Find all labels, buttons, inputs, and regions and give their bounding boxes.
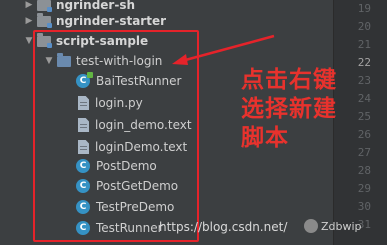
line-number: 27: [357, 146, 371, 159]
line-number: 28: [357, 164, 371, 177]
tree-row-ngrinder-starter[interactable]: ▶ ngrinder-starter: [0, 11, 333, 31]
line-number: 24: [357, 92, 371, 105]
editor-line-gutter: 19 20 21 22 23 24 25 26 27 28 29 30 31: [333, 0, 387, 245]
watermark-url: https://blog.csdn.net/: [159, 220, 288, 234]
line-number-current: 22: [357, 56, 371, 69]
annotation-text: 点击右键 选择新建 脚本: [241, 67, 337, 151]
brand-logo-icon: [304, 219, 318, 233]
line-number: 30: [357, 200, 371, 213]
line-number: 26: [357, 128, 371, 141]
annotation-arrow-icon: [172, 34, 275, 65]
line-number: 23: [357, 74, 371, 87]
brand-label: Zdbwip: [321, 219, 362, 233]
module-folder-icon: [37, 0, 52, 12]
line-number: 25: [357, 110, 371, 123]
line-number: 29: [357, 182, 371, 195]
line-number: 20: [357, 20, 371, 33]
tree-item-label: ngrinder-starter: [56, 14, 167, 28]
collapsed-arrow-icon[interactable]: ▶: [24, 0, 34, 10]
collapsed-arrow-icon[interactable]: ▶: [24, 16, 34, 26]
line-number: 19: [357, 2, 371, 15]
module-folder-icon: [37, 12, 52, 28]
line-number: 21: [357, 38, 371, 51]
watermark-brand: Zdbwip: [304, 219, 362, 233]
